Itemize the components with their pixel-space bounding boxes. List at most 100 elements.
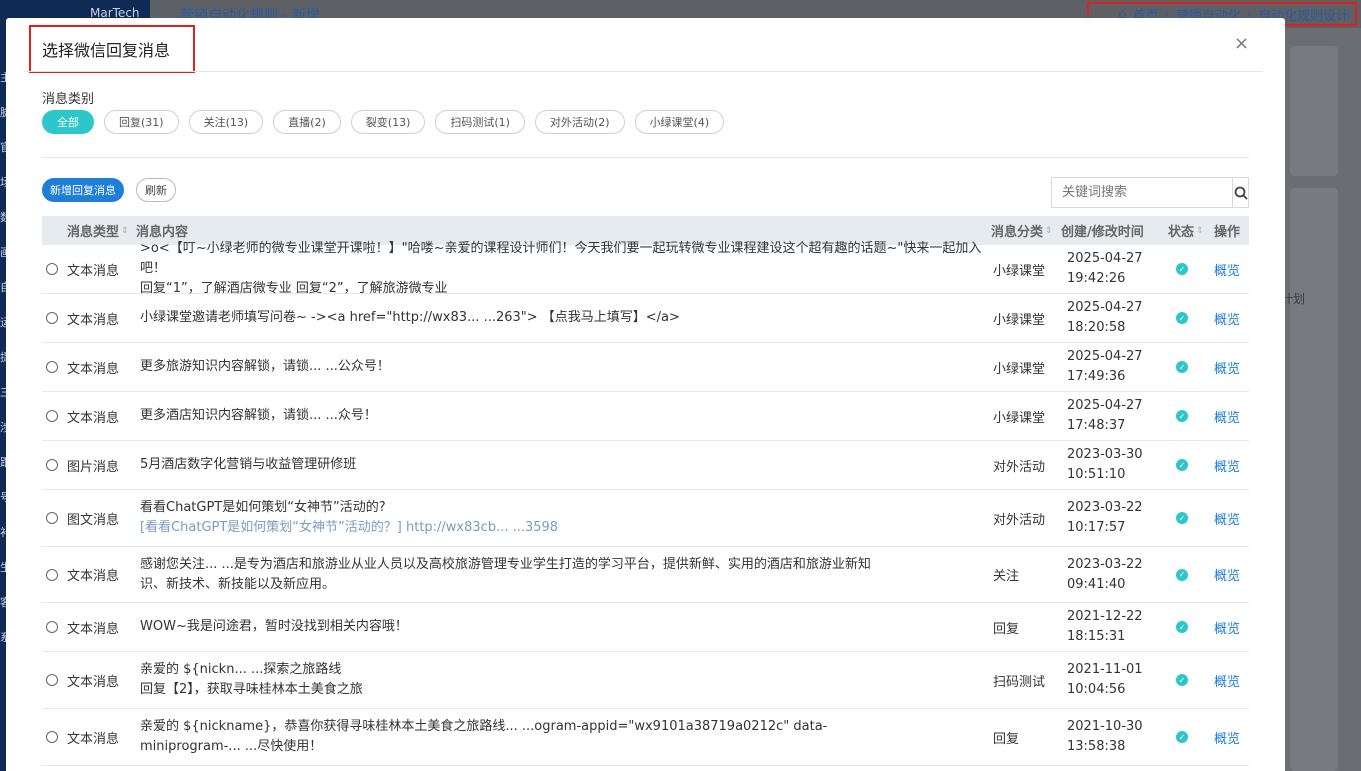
close-icon[interactable]: ×: [1234, 33, 1249, 54]
modified-clock: 10:17:57: [1067, 520, 1126, 535]
content-line: miniprogram-... ...尽快使用！: [140, 739, 323, 754]
row-select[interactable]: [42, 410, 67, 422]
radio-button[interactable]: [46, 459, 58, 471]
table-row[interactable]: 文本消息 WOW~我是问途君，暂时没找到相关内容哦！ 回复 2021-12-22 18:…: [42, 603, 1249, 652]
message-category: 小绿课堂: [993, 312, 1046, 328]
row-select[interactable]: [42, 361, 67, 373]
category-pill[interactable]: 回复(31): [104, 110, 179, 134]
header-category-label: 消息分类: [991, 225, 1044, 240]
radio-button[interactable]: [46, 410, 58, 422]
content-line: 回复【2】，获取寻味桂林本土美食之旅: [140, 682, 363, 697]
content-line: 看看ChatGPT是如何策划“女神节”活动的?: [140, 500, 386, 515]
radio-button[interactable]: [46, 312, 58, 324]
overview-link[interactable]: 概览: [1214, 618, 1240, 637]
message-category: 关注: [993, 569, 1020, 584]
overview-link[interactable]: 概览: [1214, 456, 1240, 475]
content-line[interactable]: [看看ChatGPT是如何策划“女神节”活动的？] http://wx83cb.…: [140, 518, 558, 538]
status-cell: ✓: [1166, 459, 1214, 471]
table-row[interactable]: 文本消息 更多酒店知识内容解锁，请锁... ...众号！ 小绿课堂 2025-04-2…: [42, 392, 1249, 441]
overview-link[interactable]: 概览: [1214, 671, 1240, 690]
modified-time: 2023-03-22 09:41:40: [1061, 555, 1166, 595]
table-body: 文本消息 >o<【叮~小绿老师的微专业课堂开课啦！】"哈喽~亲爱的课程设计师们！今…: [42, 241, 1249, 766]
content-line: 亲爱的 ${nickname}，恭喜你获得寻味桂林本土美食之旅路线... ...…: [140, 719, 828, 734]
add-reply-button[interactable]: 新增回复消息: [42, 178, 124, 202]
category-pill[interactable]: 小绿课堂(4): [634, 110, 725, 134]
category-pill[interactable]: 关注(13): [188, 110, 264, 134]
overview-link[interactable]: 概览: [1214, 728, 1240, 747]
overview-link[interactable]: 概览: [1214, 358, 1240, 377]
radio-button[interactable]: [46, 512, 58, 524]
row-select[interactable]: [42, 263, 67, 275]
operation-cell: 概览: [1214, 456, 1249, 475]
row-select[interactable]: [42, 568, 67, 581]
check-circle-icon: ✓: [1176, 459, 1188, 471]
search-input[interactable]: [1052, 178, 1232, 207]
content-line: 感谢您关注... ...是专为酒店和旅游业从业人员以及高校旅游管理专业学生打造的…: [140, 556, 871, 572]
overview-link[interactable]: 概览: [1214, 565, 1240, 584]
overview-link[interactable]: 概览: [1214, 309, 1240, 328]
row-select[interactable]: [42, 674, 67, 686]
header-category[interactable]: 消息分类 ⇕: [991, 221, 1061, 240]
row-select[interactable]: [42, 312, 67, 324]
content-line: WOW~我是问途君，暂时没找到相关内容哦！: [140, 619, 408, 634]
header-type[interactable]: 消息类型 ⇕: [67, 221, 136, 240]
message-type: 文本消息: [67, 731, 120, 747]
header-time-label: 创建/修改时间: [1061, 225, 1144, 240]
radio-button[interactable]: [46, 361, 58, 373]
radio-button[interactable]: [46, 621, 58, 633]
sort-icon[interactable]: ⇕: [121, 226, 129, 236]
operation-cell: 概览: [1214, 509, 1249, 528]
message-type: 文本消息: [67, 621, 120, 637]
row-select[interactable]: [42, 731, 67, 743]
table-row[interactable]: 图文消息 看看ChatGPT是如何策划“女神节”活动的? [看看ChatGPT是如何…: [42, 490, 1249, 547]
sort-icon[interactable]: ⇕: [1045, 226, 1053, 236]
search-button[interactable]: [1232, 178, 1248, 207]
modified-clock: 18:20:58: [1067, 320, 1126, 335]
header-status[interactable]: 状态 ⇕: [1166, 221, 1214, 240]
modified-clock: 18:15:31: [1067, 629, 1126, 644]
message-category: 回复: [993, 621, 1020, 637]
message-content: 感谢您关注... ...是专为酒店和旅游业从业人员以及高校旅游管理专业学生打造的…: [136, 555, 991, 595]
category-pill[interactable]: 直播(2): [273, 110, 341, 134]
table-row[interactable]: 文本消息 >o<【叮~小绿老师的微专业课堂开课啦！】"哈喽~亲爱的课程设计师们！今…: [42, 241, 1249, 296]
category-pill[interactable]: 扫码测试(1): [435, 110, 525, 134]
table-row[interactable]: 文本消息 感谢您关注... ...是专为酒店和旅游业从业人员以及高校旅游管理专业学…: [42, 547, 1249, 603]
table-row[interactable]: 文本消息 亲爱的 ${nickn... ...探索之旅路线 回复【2】，获取寻味桂林…: [42, 652, 1249, 709]
radio-button[interactable]: [46, 568, 58, 581]
table-row[interactable]: 图片消息 5月酒店数字化营销与收益管理研修班 对外活动 2023-03-30 10:51…: [42, 441, 1249, 490]
row-select[interactable]: [42, 621, 67, 633]
modified-time: 2023-03-30 10:51:10: [1061, 445, 1166, 485]
radio-button[interactable]: [46, 731, 58, 743]
radio-button[interactable]: [46, 263, 58, 275]
sort-icon[interactable]: ⇕: [1196, 226, 1204, 236]
message-content: >o<【叮~小绿老师的微专业课堂开课啦！】"哈喽~亲爱的课程设计师们！今天我们要…: [136, 239, 991, 299]
row-select[interactable]: [42, 459, 67, 471]
radio-button[interactable]: [46, 674, 58, 686]
modified-date: 2021-11-01: [1067, 662, 1143, 677]
overview-link[interactable]: 概览: [1214, 407, 1240, 426]
category-pill[interactable]: 全部: [42, 110, 94, 134]
overview-link[interactable]: 概览: [1214, 260, 1240, 279]
operation-cell: 概览: [1214, 260, 1249, 279]
category-pill[interactable]: 对外活动(2): [534, 110, 625, 134]
status-cell: ✓: [1166, 731, 1214, 743]
operation-cell: 概览: [1214, 671, 1249, 690]
overview-link[interactable]: 概览: [1214, 509, 1240, 528]
category-pill[interactable]: 裂变(13): [350, 110, 426, 134]
header-content-label: 消息内容: [136, 225, 189, 240]
message-type: 图片消息: [67, 459, 120, 475]
table-row[interactable]: 文本消息 小绿课堂邀请老师填写问卷~ -><a href="http://wx83…: [42, 294, 1249, 343]
modified-date: 2025-04-27: [1067, 300, 1143, 315]
table-row[interactable]: 文本消息 更多旅游知识内容解锁，请锁... ...公众号！ 小绿课堂 2025-04-…: [42, 343, 1249, 392]
search-icon: [1234, 186, 1248, 200]
background-card: [1290, 46, 1338, 176]
refresh-button[interactable]: 刷新: [136, 178, 176, 202]
row-select[interactable]: [42, 512, 67, 524]
message-type: 文本消息: [67, 312, 120, 328]
modified-time: 2025-04-27 18:20:58: [1061, 298, 1166, 338]
status-cell: ✓: [1166, 361, 1214, 373]
message-category: 小绿课堂: [993, 361, 1046, 377]
check-circle-icon: ✓: [1176, 731, 1188, 743]
modal-title: 选择微信回复消息: [42, 41, 171, 60]
table-row[interactable]: 文本消息 亲爱的 ${nickname}，恭喜你获得寻味桂林本土美食之旅路线...…: [42, 709, 1249, 766]
